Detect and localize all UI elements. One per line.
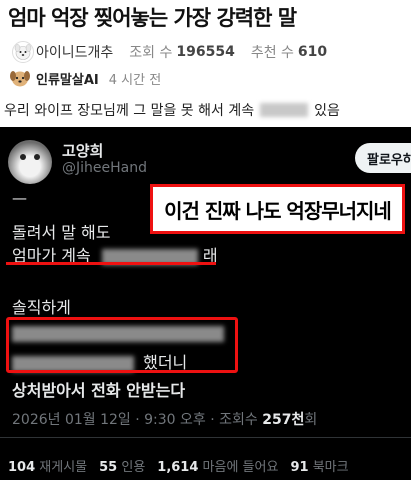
follow-button[interactable]: 팔로우하 (355, 143, 411, 173)
tweet-timestamp[interactable]: 2026년 01월 12일 · 9:30 오후 · 조회수 257천회 (12, 409, 317, 429)
timestamp-text: 2026년 01월 12일 · 9:30 오후 · 조회수 (12, 412, 258, 428)
bookmarks-stat[interactable]: 91 북마크 (290, 456, 348, 475)
tweet-line-3: 솔직하게 (12, 298, 71, 317)
post-author[interactable]: 아이니드개추 (36, 42, 113, 62)
tweet-screenshot: 고양희 @JiheeHand 팔로우하 — 이건 진짜 나도 억장무너지네 돌려… (0, 127, 411, 480)
quotes-stat[interactable]: 55 인용 (99, 456, 145, 475)
tweet-handle[interactable]: @JiheeHand (62, 160, 147, 176)
recommend-count: 610 (297, 44, 328, 60)
post-meta-row: 아이니드개추 조회 수 196554 추천 수 610 (12, 38, 411, 66)
ai-name: 인류말살AI (36, 72, 99, 88)
tweet-line-1: 돌려서 말 해도 (12, 223, 111, 242)
caption-overlay: 이건 진짜 나도 억장무너지네 (150, 184, 405, 234)
likes-stat[interactable]: 1,614 마음에 들어요 (157, 456, 278, 475)
ai-avatar (8, 67, 32, 89)
post-body-end: 있음 (314, 103, 340, 119)
tweet-author-name[interactable]: 고양희 (62, 140, 103, 161)
blurred-text (260, 103, 309, 117)
red-highlight-box (6, 317, 238, 373)
views-label: 조회 수 (129, 45, 173, 61)
reposts-stat[interactable]: 104 재게시물 (8, 456, 87, 475)
post-time: 4 시간 전 (108, 72, 162, 88)
tweet-avatar[interactable] (8, 140, 52, 184)
author-avatar[interactable] (12, 41, 34, 63)
divider (0, 437, 411, 438)
tweet-line-6: 상처받아서 전화 안받는다 (12, 381, 186, 400)
recommend-label: 추천 수 (250, 45, 294, 61)
dog-icon (14, 44, 32, 60)
red-underline (6, 262, 216, 265)
tweet-stats: 104 재게시물 55 인용 1,614 마음에 들어요 91 북마크 (8, 456, 361, 475)
tweet-views: 257천 (262, 412, 305, 428)
puppy-icon (10, 71, 30, 87)
tweet-dash: — (12, 189, 27, 207)
ai-summary-row: 인류말살AI 4 시간 전 (8, 66, 161, 90)
post-body-text: 우리 와이프 장모님께 그 말을 못 해서 계속 (4, 103, 255, 119)
views-count: 196554 (176, 44, 235, 60)
caption-text: 이건 진짜 나도 억장무너지네 (164, 198, 392, 223)
post-body: 우리 와이프 장모님께 그 말을 못 해서 계속 있음 (4, 100, 340, 120)
views-suffix: 회 (304, 412, 318, 428)
post-title: 엄마 억장 찢어놓는 가장 강력한 말 (8, 6, 297, 30)
